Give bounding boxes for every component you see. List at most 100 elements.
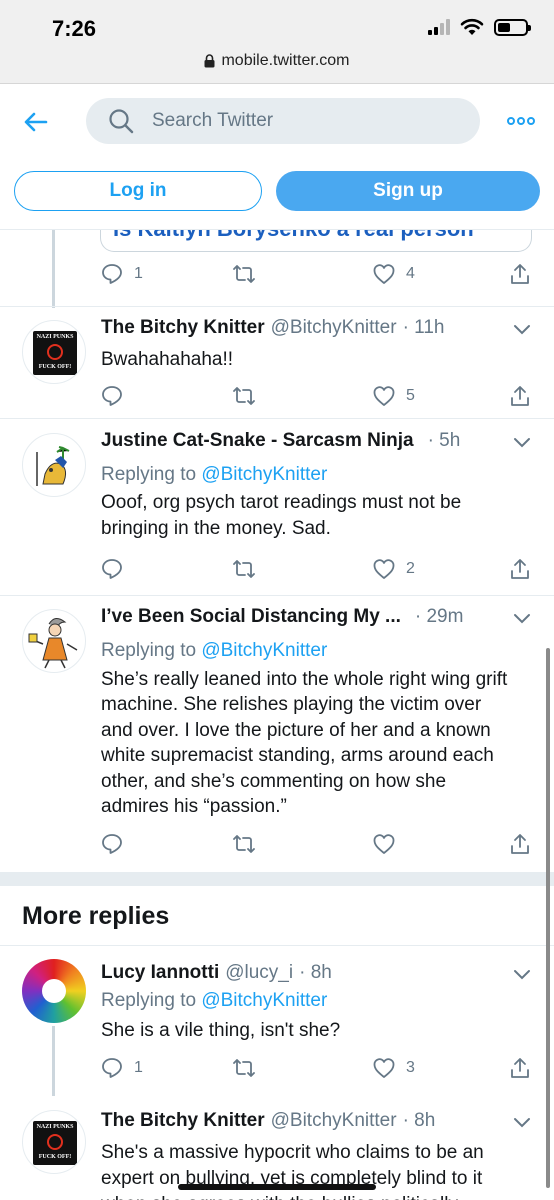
back-arrow-icon[interactable] — [20, 106, 52, 138]
replying-to-handle[interactable]: @BitchyKnitter — [201, 990, 327, 1011]
share-button[interactable] — [508, 557, 532, 581]
like-button[interactable]: 2 — [372, 557, 415, 581]
timestamp[interactable]: · 8h — [403, 1110, 436, 1132]
quoted-card-text: Is Kaitlyn Borysenko a real person — [113, 230, 474, 242]
cellular-signal-icon — [428, 19, 450, 35]
like-button[interactable] — [372, 832, 396, 856]
replying-to-label: Replying to — [101, 464, 202, 485]
replying-to: Replying to @BitchyKnitter — [101, 640, 327, 662]
reply-count: 1 — [134, 1059, 143, 1076]
reply-count: 1 — [134, 265, 143, 282]
like-count: 3 — [406, 1059, 415, 1076]
share-icon — [511, 834, 529, 854]
tweet-actions: 5 — [100, 384, 532, 410]
reply-button[interactable] — [100, 557, 124, 581]
reply-button[interactable] — [100, 832, 124, 856]
like-button[interactable]: 4 — [372, 262, 415, 286]
chevron-down-icon[interactable] — [512, 612, 532, 626]
avatar[interactable] — [22, 433, 86, 497]
url-bar[interactable]: mobile.twitter.com — [0, 52, 554, 70]
tweet-text: She is a vile thing, isn't she? — [101, 1020, 341, 1041]
reply-icon — [102, 386, 122, 406]
tweet-text: Bwahahahaha!! — [101, 349, 234, 370]
avatar-text: FUCK OFF! — [38, 364, 72, 370]
tweet[interactable]: Justine Cat-Snake - Sarcasm Ninja · 5h R… — [0, 420, 554, 596]
timeline: Is Kaitlyn Borysenko a real person 1 4 N… — [0, 230, 554, 1200]
replying-to-label: Replying to — [101, 990, 202, 1011]
display-name[interactable]: The Bitchy Knitter — [101, 317, 265, 339]
retweet-button[interactable] — [232, 384, 256, 408]
avatar-drawing — [36, 446, 70, 486]
like-button[interactable]: 5 — [372, 384, 415, 408]
search-box[interactable] — [86, 98, 480, 144]
retweet-icon — [233, 1059, 255, 1077]
search-input[interactable] — [152, 110, 452, 132]
reply-button[interactable]: 1 — [100, 1056, 143, 1080]
retweet-button[interactable] — [232, 832, 256, 856]
home-indicator[interactable] — [178, 1184, 376, 1190]
ios-status-bar: 7:26 mobile.twitter.com — [0, 0, 554, 84]
reply-button[interactable]: 1 — [100, 262, 143, 286]
heart-icon — [373, 834, 395, 854]
timestamp[interactable]: · 29m — [415, 606, 464, 628]
share-icon — [511, 1058, 529, 1078]
share-icon — [511, 559, 529, 579]
tweet-actions — [100, 832, 532, 858]
tweet[interactable]: I’ve Been Social Distancing My ... · 29m… — [0, 596, 554, 870]
login-button[interactable]: Log in — [14, 171, 262, 211]
timestamp[interactable]: · 8h — [299, 962, 332, 984]
reply-button[interactable] — [100, 384, 124, 408]
status-icons — [428, 18, 531, 36]
chevron-down-icon[interactable] — [512, 1116, 532, 1130]
display-name[interactable]: I’ve Been Social Distancing My ... — [101, 606, 401, 628]
scrollbar[interactable] — [546, 648, 550, 1188]
avatar[interactable]: NAZI PUNKS FUCK OFF! — [22, 320, 86, 384]
tweet-text: She's a massive hypocrit who claims to b… — [101, 1142, 484, 1200]
signup-button[interactable]: Sign up — [276, 171, 540, 211]
tweet[interactable]: NAZI PUNKS FUCK OFF! The Bitchy Knitter … — [0, 307, 554, 419]
chevron-down-icon[interactable] — [512, 323, 532, 337]
avatar[interactable] — [22, 959, 86, 1023]
avatar-text: NAZI PUNKS — [36, 1124, 74, 1130]
more-options-icon[interactable] — [506, 108, 536, 134]
display-name[interactable]: The Bitchy Knitter — [101, 1110, 265, 1132]
share-button[interactable] — [508, 832, 532, 856]
tweet-actions: 1 3 — [100, 1056, 532, 1082]
heart-icon — [373, 559, 395, 579]
display-name[interactable]: Lucy Iannotti — [101, 962, 219, 984]
share-button[interactable] — [508, 1056, 532, 1080]
share-button[interactable] — [508, 384, 532, 408]
more-replies-heading: More replies — [22, 902, 170, 930]
share-icon — [511, 386, 529, 406]
retweet-button[interactable] — [232, 557, 256, 581]
avatar[interactable]: NAZI PUNKS FUCK OFF! — [22, 1110, 86, 1174]
status-time: 7:26 — [52, 16, 97, 41]
avatar[interactable] — [22, 609, 86, 673]
tweet-header: The Bitchy Knitter @BitchyKnitter · 8h — [101, 1110, 435, 1132]
thread-line — [52, 1026, 55, 1096]
replying-to-handle[interactable]: @BitchyKnitter — [201, 640, 327, 661]
share-button[interactable] — [508, 262, 532, 286]
wifi-icon — [460, 18, 484, 35]
display-name[interactable]: Justine Cat-Snake - Sarcasm Ninja — [101, 430, 414, 452]
tweet-text: She’s really leaned into the whole right… — [101, 669, 508, 818]
user-handle[interactable]: @lucy_i — [225, 962, 293, 984]
chevron-down-icon[interactable] — [512, 436, 532, 450]
timestamp[interactable]: · 5h — [428, 430, 461, 452]
retweet-icon — [233, 835, 255, 853]
tweet[interactable]: Lucy Iannotti @lucy_i · 8h Replying to @… — [0, 946, 554, 1106]
user-handle[interactable]: @BitchyKnitter — [271, 317, 397, 339]
quoted-card-partial[interactable]: Is Kaitlyn Borysenko a real person — [100, 230, 532, 252]
timestamp[interactable]: · 11h — [403, 317, 445, 339]
retweet-button[interactable] — [232, 262, 256, 286]
thread-line — [52, 230, 55, 308]
user-handle[interactable]: @BitchyKnitter — [271, 1110, 397, 1132]
like-button[interactable]: 3 — [372, 1056, 415, 1080]
replying-to-handle[interactable]: @BitchyKnitter — [201, 464, 327, 485]
retweet-icon — [233, 560, 255, 578]
chevron-down-icon[interactable] — [512, 968, 532, 982]
retweet-button[interactable] — [232, 1056, 256, 1080]
search-icon — [109, 109, 134, 134]
battery-icon — [494, 18, 531, 36]
share-icon — [511, 264, 529, 284]
